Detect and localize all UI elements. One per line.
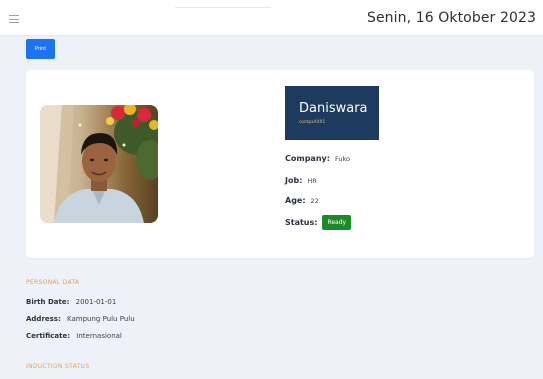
company-value: Fuko	[334, 154, 350, 163]
address-value: Kampung Pulu Pulu	[67, 315, 135, 323]
profile-photo	[40, 105, 158, 223]
job-value: HR	[307, 176, 317, 185]
company-label: Company:	[285, 154, 330, 163]
name-card: Daniswara contpxXXX1	[285, 86, 379, 140]
profile-subtitle: contpxXXX1	[299, 119, 326, 124]
current-date: Senin, 16 Oktober 2023	[366, 10, 536, 26]
personal-data-heading: PERSONAL DATA	[26, 279, 80, 286]
job-row: Job: HR	[285, 176, 317, 185]
age-row: Age: 22	[285, 196, 319, 205]
age-label: Age:	[285, 196, 306, 205]
age-value: 22	[310, 196, 319, 205]
birth-date-value: 2001-01-01	[75, 298, 117, 306]
certificate-label: Certificate:	[26, 332, 71, 340]
birth-date-row: Birth Date: 2001-01-01	[26, 298, 116, 306]
certificate-row: Certificate: Internasional	[26, 332, 122, 340]
top-bar: Senin, 16 Oktober 2023	[0, 0, 543, 36]
birth-date-label: Birth Date:	[26, 298, 70, 306]
profile-name: Daniswara	[299, 101, 368, 116]
status-badge: Ready	[322, 215, 352, 230]
induction-status-heading: INDUCTION STATUS	[26, 363, 90, 370]
status-label: Status:	[285, 218, 318, 227]
company-row: Company: Fuko	[285, 154, 350, 163]
address-row: Address: Kampung Pulu Pulu	[26, 315, 135, 323]
job-label: Job:	[285, 176, 303, 185]
profile-card: Daniswara contpxXXX1 Company: Fuko Job: …	[26, 70, 534, 258]
address-label: Address:	[26, 315, 61, 323]
hamburger-icon[interactable]	[9, 15, 19, 23]
print-button[interactable]: Print	[26, 39, 55, 59]
top-divider	[175, 7, 271, 8]
certificate-value: Internasional	[76, 332, 122, 340]
status-row: Status: Ready	[285, 215, 352, 230]
